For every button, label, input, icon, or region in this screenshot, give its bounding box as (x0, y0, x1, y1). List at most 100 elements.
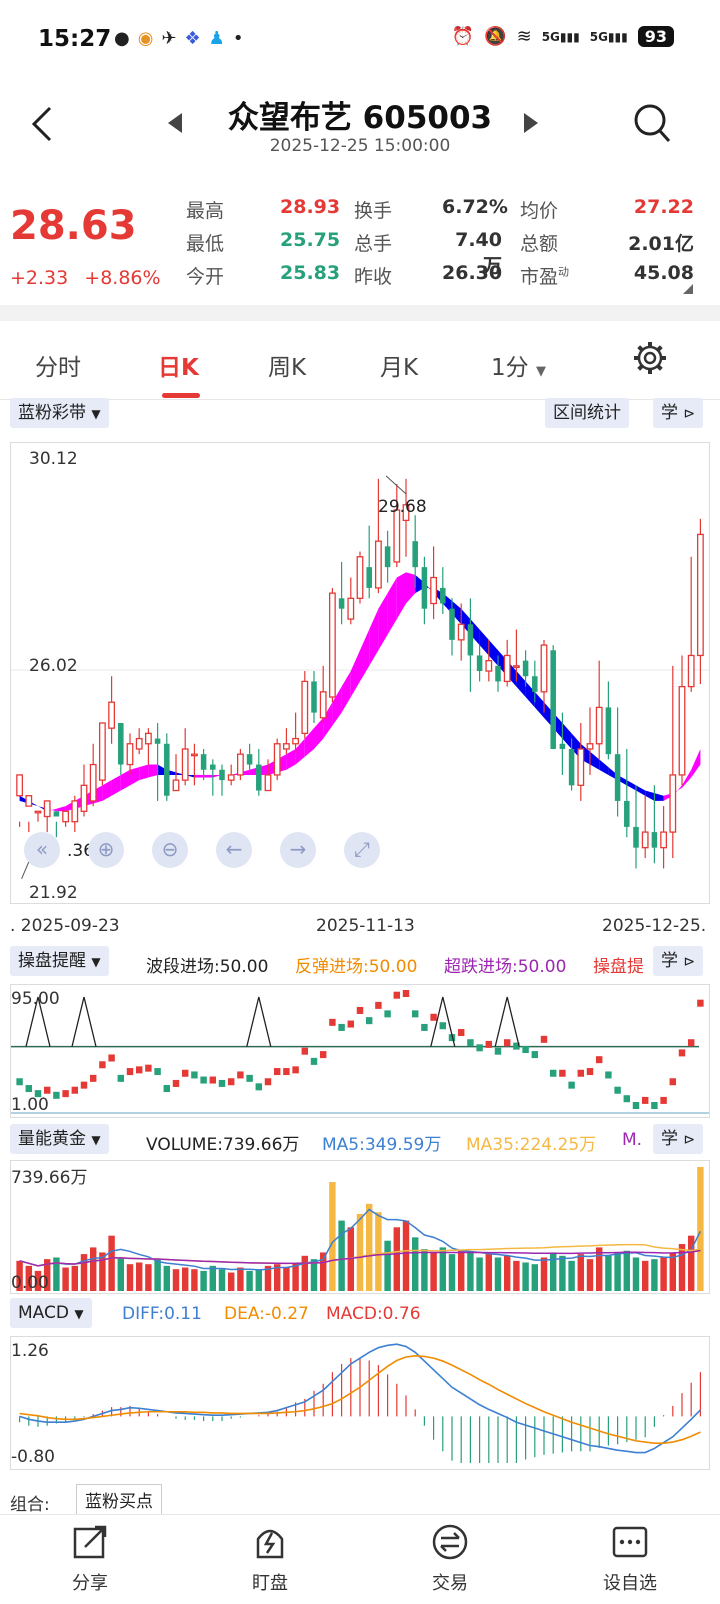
volume-bar (595, 1247, 603, 1291)
scroll-left-button[interactable]: ← (216, 832, 252, 868)
volume-bar (568, 1260, 575, 1291)
scroll-left-fast-button[interactable]: « (24, 832, 60, 868)
oscillator-mark (559, 1069, 566, 1077)
max-price-label: 29.68 (378, 497, 427, 517)
arrow-left-icon: ← (225, 837, 243, 861)
volume-bar (651, 1259, 658, 1291)
oscillator-mark (163, 1085, 171, 1093)
gear-icon (634, 342, 666, 374)
macd-chart[interactable]: 1.26 -0.80 (10, 1336, 710, 1470)
zoom-in-button[interactable]: ⊕ (88, 832, 124, 868)
candle-body (62, 810, 70, 823)
volume-bar (402, 1220, 410, 1291)
volume-bar (301, 1255, 309, 1291)
oscillator-mark (246, 1074, 253, 1082)
candle-body (568, 748, 575, 786)
sub1-learn-button[interactable]: 学 ⊳ (653, 946, 704, 976)
oscillator-mark (678, 1049, 686, 1057)
quote-value: 2.01亿 (628, 233, 694, 255)
ribbon-segment (56, 806, 66, 812)
settings-button[interactable] (632, 340, 668, 380)
candle-body (550, 650, 556, 749)
quote-value: 25.75 (280, 229, 341, 251)
ribbon-segment (654, 793, 664, 801)
chevron-down-icon: ▼ (91, 407, 101, 421)
sub1-chart[interactable]: 95.00 1.00 (10, 984, 710, 1118)
change-percent: +8.86% (84, 267, 161, 289)
macd-indicator-select[interactable]: MACD ▼ (10, 1298, 92, 1328)
volume-bar (494, 1257, 502, 1291)
volume-bar (145, 1264, 152, 1291)
oscillator-mark (80, 1081, 88, 1089)
indicator-select[interactable]: 蓝粉彩带 ▼ (10, 398, 109, 428)
oscillator-mark (430, 1013, 437, 1021)
sub1-item-1: 波段进场:50.00 (146, 957, 269, 977)
learn-button[interactable]: 学 ⊳ (653, 398, 704, 428)
sub2-learn-button[interactable]: 学 ⊳ (653, 1124, 704, 1154)
next-stock-button[interactable] (522, 112, 540, 138)
volume-bar (356, 1213, 364, 1291)
fullscreen-button[interactable]: ⤢ (344, 832, 380, 868)
nav-share[interactable]: 分享 (40, 1523, 140, 1595)
tab-week-k[interactable]: 周K (268, 348, 306, 382)
oscillator-mark (632, 1102, 640, 1109)
oscillator-mark (347, 1020, 355, 1028)
tab-day-k[interactable]: 日K (158, 348, 199, 382)
candle-body (319, 691, 327, 719)
nav-favorite[interactable]: 设自选 (580, 1523, 680, 1595)
candle-body (624, 800, 630, 827)
volume-bar (540, 1257, 548, 1291)
tab-minute[interactable]: 分时 (35, 348, 81, 382)
candle-body (273, 743, 281, 776)
range-stat-button[interactable]: 区间统计 (545, 398, 629, 428)
search-button[interactable] (632, 102, 672, 150)
candle-body (559, 743, 566, 749)
oscillator-mark (540, 1035, 548, 1043)
oscillator-mark (586, 1068, 594, 1076)
combo-chip[interactable]: 蓝粉买点 (76, 1484, 162, 1515)
tab-month-k[interactable]: 月K (380, 348, 418, 382)
tab-1min[interactable]: 1分 ▼ (491, 348, 546, 382)
mute-icon: 🔕 (484, 26, 507, 47)
zoom-out-button[interactable]: ⊖ (152, 832, 188, 868)
quote-value: 28.93 (280, 196, 341, 218)
trade-icon (432, 1524, 468, 1560)
oscillator-mark (329, 1018, 336, 1026)
status-right: ⏰ 🔕 ≋ 5G▮▮▮ 5G▮▮▮ 93 (452, 26, 674, 47)
oscillator-mark (411, 1010, 419, 1018)
oscillator-mark (651, 1102, 658, 1109)
play-circle-icon: ⊳ (683, 406, 696, 422)
volume-chart[interactable]: 739.66万 0.00 (10, 1160, 710, 1294)
candle-body (98, 722, 106, 781)
oscillator-mark (16, 1078, 23, 1086)
oscillator-mark (421, 1023, 428, 1031)
candle-body (80, 784, 88, 812)
oscillator-mark (402, 990, 410, 997)
oscillator-mark (126, 1068, 134, 1076)
volume-bar (577, 1254, 585, 1291)
candle-body (503, 654, 511, 683)
current-price: 28.63 (10, 203, 137, 249)
battery-indicator: 93 (637, 26, 674, 47)
expand-corner-icon[interactable] (683, 284, 693, 294)
scroll-right-button[interactable]: → (280, 832, 316, 868)
oscillator-mark (457, 1029, 465, 1037)
ribbon-segment (369, 608, 379, 666)
candle-body (256, 764, 262, 791)
signal-peak (494, 996, 520, 1047)
oscillator-mark (227, 1078, 235, 1086)
sub1-indicator-select[interactable]: 操盘提醒 ▼ (10, 946, 109, 976)
ribbon-segment (139, 764, 149, 781)
nav-trade[interactable]: 交易 (400, 1523, 500, 1595)
ribbon-segment (626, 780, 636, 791)
oscillator-mark (614, 1086, 621, 1094)
volume-bar (246, 1270, 253, 1291)
candle-body (219, 769, 225, 781)
combo-label: 组合: (10, 1495, 50, 1515)
candle-body (53, 811, 60, 817)
sub2-indicator-select[interactable]: 量能黄金 ▼ (10, 1124, 109, 1154)
volume-bar (255, 1269, 263, 1291)
volume-bar (632, 1257, 640, 1291)
nav-watch[interactable]: 盯盘 (220, 1523, 320, 1595)
volume-bar (283, 1267, 290, 1291)
